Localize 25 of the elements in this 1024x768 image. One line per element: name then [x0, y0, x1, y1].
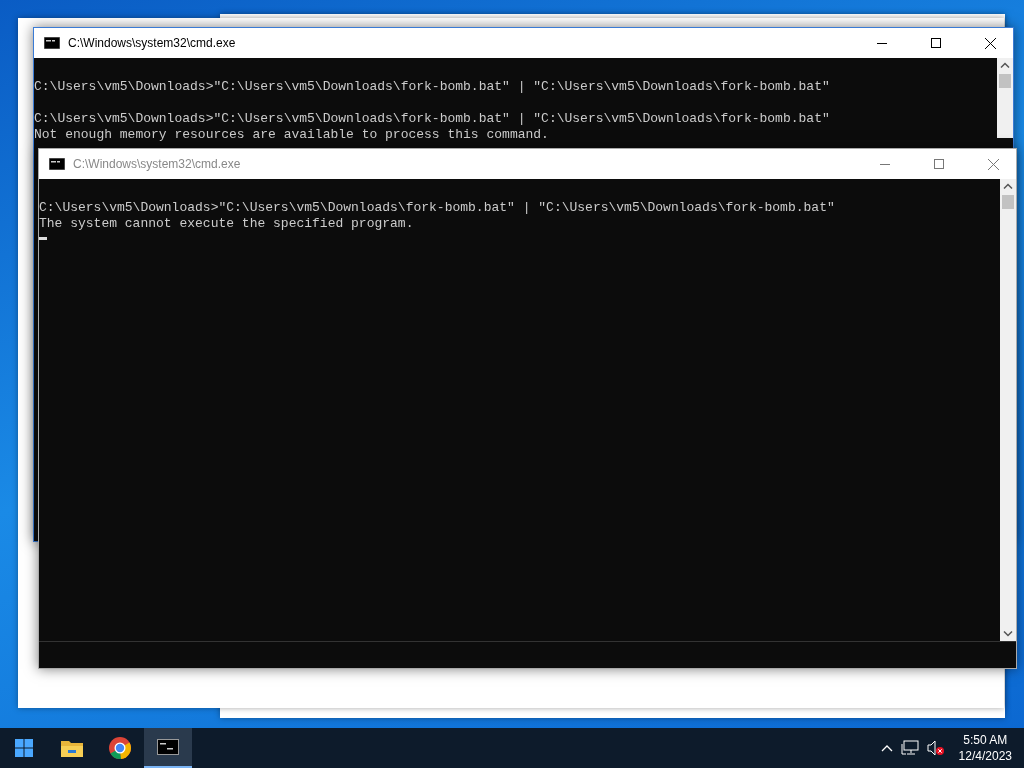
terminal-icon [157, 739, 179, 755]
terminal-icon [49, 158, 65, 170]
scroll-thumb[interactable] [999, 74, 1011, 88]
scrollbar[interactable] [997, 58, 1013, 138]
browser-icon [108, 736, 132, 760]
console-line: C:\Users\vm5\Downloads>"C:\Users\vm5\Downloads\fork-bomb.bat" | "C:\Users\vm5\Downloads\fork-bomb.bat" [34, 111, 831, 127]
scroll-up-icon[interactable] [1000, 62, 1010, 68]
clock-date[interactable]: 12/4/2023 [958, 748, 1012, 764]
minimize-icon[interactable] [877, 42, 887, 44]
maximize-icon[interactable] [931, 38, 941, 48]
muted-speaker-icon[interactable] [926, 740, 945, 756]
console-line: C:\Users\vm5\Downloads>"C:\Users\vm5\Downloads\fork-bomb.bat" | "C:\Users\vm5\Downloads\fork-bomb.bat" [39, 200, 836, 216]
terminal-icon [44, 37, 60, 49]
console-line: C:\Users\vm5\Downloads>"C:\Users\vm5\Downloads\fork-bomb.bat" | "C:\Users\vm5\Downloads\fork-bomb.bat" [34, 79, 831, 95]
windows-logo-icon [15, 739, 33, 757]
console-line: Not enough memory resources are available to process this command. [34, 127, 550, 143]
chevron-up-icon[interactable] [880, 744, 893, 752]
console-line: The system cannot execute the specified program. [39, 216, 415, 232]
clock-time[interactable]: 5:50 AM [963, 732, 1008, 748]
window-title: C:\Windows\system32\cmd.exe [68, 36, 237, 50]
close-icon[interactable] [984, 37, 996, 49]
network-icon[interactable] [900, 740, 919, 756]
folder-icon [60, 738, 84, 758]
taskbar-button[interactable] [144, 728, 192, 768]
window-title: C:\Windows\system32\cmd.exe [73, 157, 242, 171]
